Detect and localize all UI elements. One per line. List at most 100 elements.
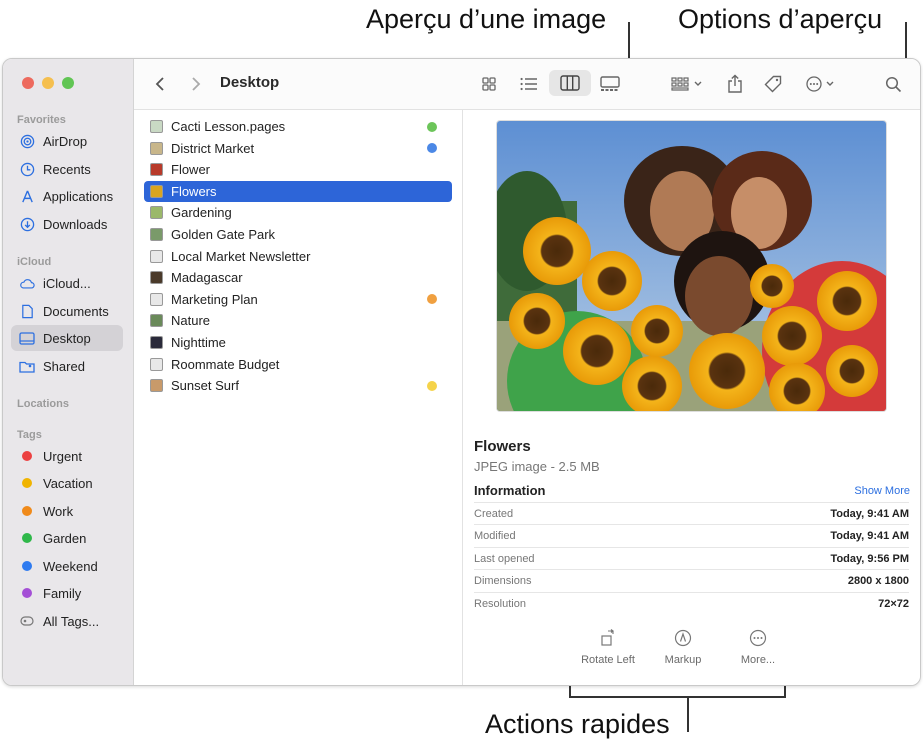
sidebar-item-downloads[interactable]: Downloads bbox=[11, 211, 123, 237]
gallery-view-icon bbox=[600, 76, 620, 91]
file-row[interactable]: Nighttime bbox=[144, 332, 452, 353]
sidebar-item-icloud-drive[interactable]: iCloud... bbox=[11, 270, 123, 296]
file-row[interactable]: Marketing Plan bbox=[144, 289, 452, 310]
column-view-icon bbox=[560, 75, 580, 91]
file-name: Nature bbox=[171, 313, 211, 329]
metadata-value: Today, 9:41 AM bbox=[830, 508, 909, 520]
file-list: Cacti Lesson.pages District Market Flower F… bbox=[134, 110, 463, 685]
forward-button[interactable] bbox=[186, 71, 206, 97]
markup-icon bbox=[674, 629, 692, 647]
document-icon bbox=[19, 304, 35, 319]
file-tag-dot bbox=[427, 143, 437, 154]
sidebar-section-tags: Tags bbox=[17, 429, 42, 441]
desktop-icon bbox=[19, 331, 35, 345]
sidebar-item-label: Garden bbox=[43, 530, 87, 546]
preview-file-name: Flowers bbox=[474, 438, 531, 455]
list-view-button[interactable] bbox=[517, 71, 541, 97]
search-button[interactable] bbox=[882, 71, 904, 97]
sidebar-tag-vacation[interactable]: Vacation bbox=[11, 470, 123, 496]
sidebar-item-label: iCloud... bbox=[43, 275, 91, 291]
finder-window: Favorites AirDrop Recents Applications D… bbox=[2, 58, 921, 686]
back-button[interactable] bbox=[150, 71, 170, 97]
gallery-view-button[interactable] bbox=[598, 71, 622, 97]
file-row[interactable]: District Market bbox=[144, 138, 452, 159]
forward-chevron-icon bbox=[192, 77, 201, 91]
quick-action-rotate-left[interactable]: Rotate Left bbox=[568, 627, 648, 666]
clock-icon bbox=[19, 162, 35, 177]
sidebar-section-icloud: iCloud bbox=[17, 256, 52, 268]
file-thumbnail-icon bbox=[150, 120, 163, 133]
file-row[interactable]: Gardening bbox=[144, 202, 452, 223]
close-button[interactable] bbox=[22, 77, 34, 89]
sidebar-tag-garden[interactable]: Garden bbox=[11, 525, 123, 551]
window-controls bbox=[22, 77, 74, 89]
quick-action-markup[interactable]: Markup bbox=[643, 627, 723, 666]
callout-bracket-right bbox=[784, 686, 786, 698]
file-row[interactable]: Local Market Newsletter bbox=[144, 246, 452, 267]
preview-image[interactable] bbox=[496, 120, 887, 412]
file-tag-dot bbox=[427, 294, 437, 305]
callout-preview-options: Options d’aperçu bbox=[678, 4, 883, 34]
sidebar-all-tags[interactable]: All Tags... bbox=[11, 608, 123, 634]
file-tag-dot bbox=[427, 121, 437, 132]
sidebar-item-shared[interactable]: Shared bbox=[11, 353, 123, 379]
sidebar-item-label: AirDrop bbox=[43, 133, 88, 149]
file-thumbnail-icon bbox=[150, 292, 163, 306]
callout-preview-image: Aperçu d’une image bbox=[366, 4, 607, 34]
window-title: Desktop bbox=[220, 74, 280, 91]
quick-action-more[interactable]: More... bbox=[718, 627, 798, 666]
airdrop-icon bbox=[19, 134, 35, 149]
file-row[interactable]: Sunset Surf bbox=[144, 375, 452, 396]
more-actions-button[interactable] bbox=[804, 71, 840, 97]
sidebar-tag-work[interactable]: Work bbox=[11, 498, 123, 524]
sidebar-item-label: Work bbox=[43, 503, 74, 519]
toolbar: Desktop bbox=[134, 59, 920, 110]
file-name: Sunset Surf bbox=[171, 378, 239, 394]
sidebar-tag-family[interactable]: Family bbox=[11, 580, 123, 606]
file-name: Nighttime bbox=[171, 335, 226, 350]
tag-dot-icon bbox=[19, 478, 35, 488]
sidebar-item-applications[interactable]: Applications bbox=[11, 183, 123, 209]
column-view-button[interactable] bbox=[549, 70, 591, 96]
file-row[interactable]: Golden Gate Park bbox=[144, 224, 452, 245]
icon-view-button[interactable] bbox=[477, 71, 501, 97]
file-row[interactable]: Nature bbox=[144, 310, 452, 331]
preview-file-kind: JPEG image - 2.5 MB bbox=[474, 459, 600, 474]
sidebar-tag-urgent[interactable]: Urgent bbox=[11, 443, 123, 469]
file-thumbnail-icon bbox=[150, 228, 163, 241]
file-row[interactable]: Madagascar bbox=[144, 267, 452, 288]
file-name: Roommate Budget bbox=[171, 356, 280, 372]
file-row[interactable]: Flower bbox=[144, 159, 452, 180]
tag-dot-icon bbox=[19, 588, 35, 598]
group-button[interactable] bbox=[669, 71, 707, 97]
sidebar-tag-weekend[interactable]: Weekend bbox=[11, 553, 123, 579]
sidebar-item-recents[interactable]: Recents bbox=[11, 156, 123, 182]
file-row[interactable]: Roommate Budget bbox=[144, 354, 452, 375]
file-thumbnail-icon bbox=[150, 206, 163, 220]
all-tags-icon bbox=[19, 616, 35, 626]
tag-dot-icon bbox=[19, 533, 35, 543]
metadata-row-last-opened: Last opened Today, 9:56 PM bbox=[474, 547, 909, 570]
sidebar-item-label: Applications bbox=[43, 188, 114, 204]
sidebar-item-documents[interactable]: Documents bbox=[11, 298, 123, 324]
file-row[interactable]: Cacti Lesson.pages bbox=[144, 116, 452, 137]
metadata-key: Created bbox=[474, 508, 514, 520]
tag-icon bbox=[764, 75, 782, 93]
tag-button[interactable] bbox=[762, 71, 784, 97]
share-button[interactable] bbox=[724, 71, 746, 97]
list-view-icon bbox=[520, 77, 537, 91]
metadata-key: Modified bbox=[474, 530, 516, 542]
cloud-icon bbox=[19, 277, 35, 290]
sidebar-item-airdrop[interactable]: AirDrop bbox=[11, 128, 123, 154]
minimize-button[interactable] bbox=[42, 77, 54, 89]
group-icon bbox=[671, 77, 702, 91]
file-thumbnail-icon bbox=[150, 336, 163, 349]
zoom-button[interactable] bbox=[62, 77, 74, 89]
file-row[interactable]: Flowers bbox=[144, 180, 452, 202]
sidebar-item-desktop[interactable]: Desktop bbox=[11, 325, 123, 351]
sidebar-item-label: Urgent bbox=[43, 448, 83, 464]
file-thumbnail-icon bbox=[150, 271, 163, 285]
preview-pane: Flowers JPEG image - 2.5 MB Information … bbox=[463, 110, 920, 685]
shared-folder-icon bbox=[19, 360, 35, 373]
show-more-link[interactable]: Show More bbox=[854, 485, 910, 497]
